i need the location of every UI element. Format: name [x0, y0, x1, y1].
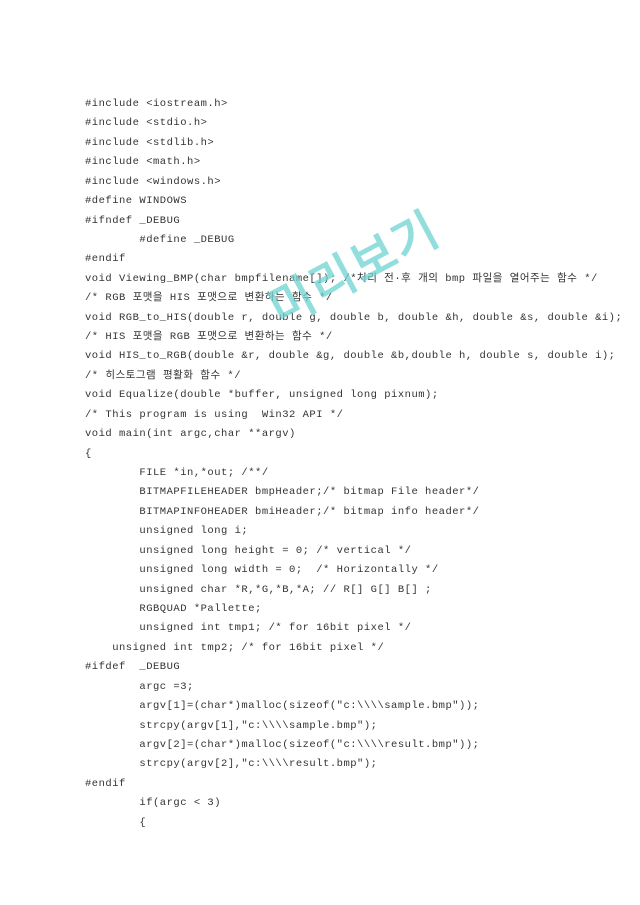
- code-line: #include <stdlib.h>: [85, 134, 555, 153]
- code-line: void RGB_to_HIS(double r, double g, doub…: [85, 309, 555, 328]
- code-line: argc =3;: [85, 678, 555, 697]
- code-line: unsigned long i;: [85, 522, 555, 541]
- code-line: unsigned int tmp2; /* for 16bit pixel */: [85, 639, 555, 658]
- code-line: void Equalize(double *buffer, unsigned l…: [85, 386, 555, 405]
- code-line: argv[2]=(char*)malloc(sizeof("c:\\\\resu…: [85, 736, 555, 755]
- code-line: #endif: [85, 250, 555, 269]
- code-line: /* RGB 포맷을 HIS 포맷으로 변환하는 함수 */: [85, 289, 555, 308]
- code-listing: #include <iostream.h>#include <stdio.h>#…: [85, 95, 555, 833]
- code-line: strcpy(argv[1],"c:\\\\sample.bmp");: [85, 717, 555, 736]
- code-line: /* HIS 포맷을 RGB 포맷으로 변환하는 함수 */: [85, 328, 555, 347]
- code-line: strcpy(argv[2],"c:\\\\result.bmp");: [85, 755, 555, 774]
- code-line: BITMAPINFOHEADER bmiHeader;/* bitmap inf…: [85, 503, 555, 522]
- code-line: unsigned long height = 0; /* vertical */: [85, 542, 555, 561]
- code-line: RGBQUAD *Pallette;: [85, 600, 555, 619]
- code-line: /* 히스토그램 평활화 함수 */: [85, 367, 555, 386]
- code-line: void Viewing_BMP(char bmpfilename[]); /*…: [85, 270, 555, 289]
- code-line: {: [85, 445, 555, 464]
- code-line: #include <windows.h>: [85, 173, 555, 192]
- code-line: FILE *in,*out; /**/: [85, 464, 555, 483]
- code-line: void HIS_to_RGB(double &r, double &g, do…: [85, 347, 555, 366]
- code-line: if(argc < 3): [85, 794, 555, 813]
- code-line: #ifndef _DEBUG: [85, 212, 555, 231]
- code-line: unsigned long width = 0; /* Horizontally…: [85, 561, 555, 580]
- code-line: #include <stdio.h>: [85, 114, 555, 133]
- code-line: /* This program is using Win32 API */: [85, 406, 555, 425]
- code-line: #define WINDOWS: [85, 192, 555, 211]
- code-line: #include <math.h>: [85, 153, 555, 172]
- code-line: argv[1]=(char*)malloc(sizeof("c:\\\\samp…: [85, 697, 555, 716]
- code-line: void main(int argc,char **argv): [85, 425, 555, 444]
- code-line: unsigned char *R,*G,*B,*A; // R[] G[] B[…: [85, 581, 555, 600]
- code-line: #ifdef _DEBUG: [85, 658, 555, 677]
- code-line: #define _DEBUG: [85, 231, 555, 250]
- code-line: unsigned int tmp1; /* for 16bit pixel */: [85, 619, 555, 638]
- code-line: BITMAPFILEHEADER bmpHeader;/* bitmap Fil…: [85, 483, 555, 502]
- code-line: #include <iostream.h>: [85, 95, 555, 114]
- code-line: {: [85, 814, 555, 833]
- document-page: 미리보기 #include <iostream.h>#include <stdi…: [0, 0, 640, 905]
- code-line: #endif: [85, 775, 555, 794]
